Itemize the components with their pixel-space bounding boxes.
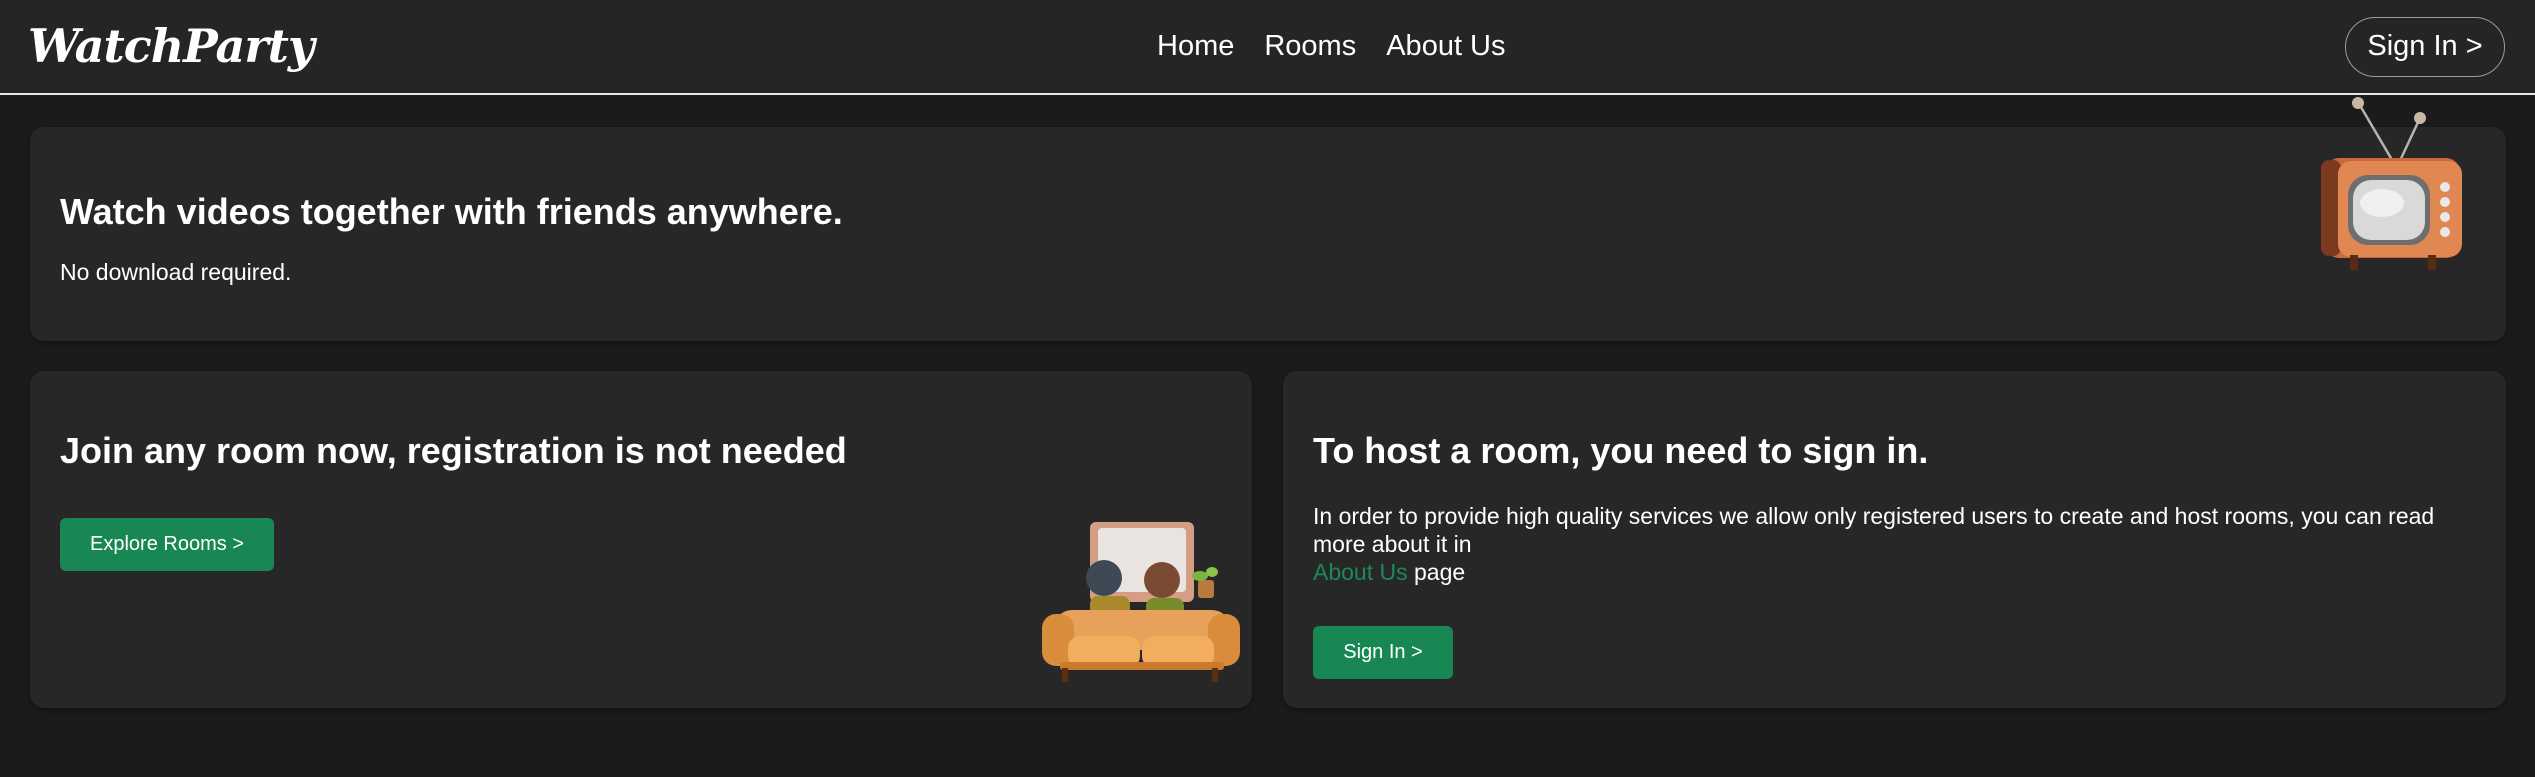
brand-logo[interactable]: WatchParty [28, 18, 315, 74]
hero-title: Watch videos together with friends anywh… [60, 191, 843, 232]
host-room-card: To host a room, you need to sign in. In … [1283, 371, 2506, 708]
explore-rooms-button[interactable]: Explore Rooms > [60, 518, 274, 571]
retro-tv-icon [2300, 95, 2480, 285]
host-description: In order to provide high quality service… [1313, 503, 2435, 557]
host-description-suffix: page [1407, 559, 1466, 585]
host-sign-in-button[interactable]: Sign In > [1313, 626, 1453, 679]
nav-links: Home Rooms About Us [1157, 26, 1506, 66]
nav-link-home[interactable]: Home [1157, 26, 1234, 66]
host-description-link-line: About Us page [1313, 558, 1465, 586]
hero-subtitle: No download required. [60, 259, 292, 285]
nav-sign-in-button[interactable]: Sign In > [2345, 17, 2505, 77]
nav-link-rooms[interactable]: Rooms [1264, 26, 1356, 66]
host-title: To host a room, you need to sign in. [1313, 430, 1929, 471]
navbar: WatchParty Home Rooms About Us Sign In > [0, 0, 2535, 95]
join-title: Join any room now, registration is not n… [60, 430, 847, 471]
about-us-link[interactable]: About Us [1313, 559, 1408, 585]
hero-card: Watch videos together with friends anywh… [30, 127, 2506, 341]
couch-watching-tv-icon [1040, 510, 1240, 690]
nav-link-about-us[interactable]: About Us [1386, 26, 1505, 66]
